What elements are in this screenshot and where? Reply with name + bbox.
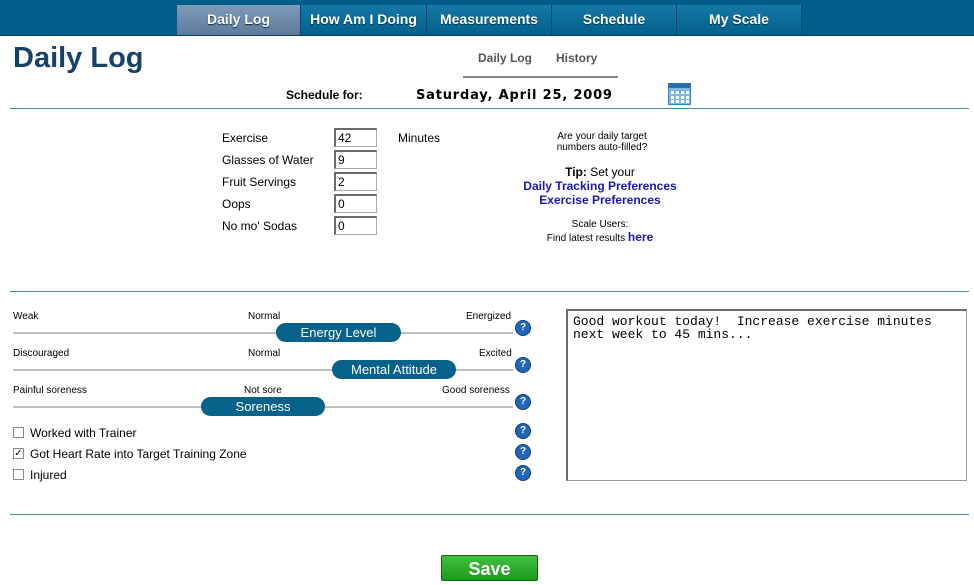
tip-body: Set your bbox=[590, 165, 635, 179]
autofill-question: Are your daily target numbers auto-fille… bbox=[556, 131, 648, 153]
top-navigation: Daily Log How Am I Doing Measurements Sc… bbox=[0, 0, 974, 36]
sub-tabs: Daily Log History bbox=[463, 47, 618, 78]
slider-mid-label: Normal bbox=[248, 311, 281, 322]
slider-track bbox=[13, 332, 513, 334]
fruit-input[interactable] bbox=[334, 172, 377, 191]
field-label-fruit: Fruit Servings bbox=[222, 175, 297, 189]
help-icon[interactable]: ? bbox=[515, 423, 531, 439]
slider-mid-label: Not sore bbox=[244, 385, 282, 396]
field-label-exercise: Exercise bbox=[222, 131, 269, 145]
here-link[interactable]: here bbox=[628, 230, 653, 244]
injured-checkbox[interactable] bbox=[13, 469, 24, 480]
help-icon[interactable]: ? bbox=[515, 394, 531, 410]
help-icon[interactable]: ? bbox=[515, 357, 531, 373]
trainer-checkbox-label: Worked with Trainer bbox=[30, 426, 137, 440]
slider-high-label: Excited bbox=[479, 348, 512, 359]
help-icon[interactable]: ? bbox=[515, 444, 531, 460]
help-icon[interactable]: ? bbox=[515, 465, 531, 481]
energy-level-slider-handle[interactable]: Energy Level bbox=[276, 323, 401, 342]
mental-attitude-slider-handle[interactable]: Mental Attitude bbox=[332, 360, 456, 379]
field-label-sodas: No mo' Sodas bbox=[222, 219, 297, 233]
sodas-input[interactable] bbox=[334, 216, 377, 235]
calendar-icon[interactable] bbox=[668, 83, 691, 105]
slider-high-label: Good soreness bbox=[442, 385, 510, 396]
tip-bold: Tip: bbox=[565, 165, 587, 179]
slider-low-label: Discouraged bbox=[13, 348, 70, 359]
divider-bottom bbox=[10, 514, 969, 515]
find-results-line: Find latest results here bbox=[490, 230, 710, 244]
divider-middle bbox=[10, 291, 969, 292]
help-icon[interactable]: ? bbox=[515, 320, 531, 336]
nav-tab-how-am-i-doing[interactable]: How Am I Doing bbox=[301, 5, 427, 35]
slider-low-label: Painful soreness bbox=[13, 385, 87, 396]
nav-tab-my-scale[interactable]: My Scale bbox=[677, 5, 802, 35]
nav-tab-schedule[interactable]: Schedule bbox=[552, 5, 677, 35]
daily-tracking-preferences-link[interactable]: Daily Tracking Preferences bbox=[490, 179, 710, 193]
nav-tabs: Daily Log How Am I Doing Measurements Sc… bbox=[177, 5, 802, 35]
schedule-label: Schedule for: bbox=[286, 88, 363, 102]
scale-users-label: Scale Users: bbox=[571, 219, 629, 230]
exercise-preferences-link[interactable]: Exercise Preferences bbox=[490, 193, 710, 207]
injured-checkbox-label: Injured bbox=[30, 468, 67, 482]
schedule-date: Saturday, April 25, 2009 bbox=[416, 88, 613, 103]
notes-textarea[interactable]: Good workout today! Increase exercise mi… bbox=[566, 309, 967, 481]
divider-top bbox=[10, 108, 969, 109]
heart-rate-checkbox-label: Got Heart Rate into Target Training Zone bbox=[30, 447, 247, 461]
water-input[interactable] bbox=[334, 150, 377, 169]
soreness-slider-handle[interactable]: Soreness bbox=[201, 397, 325, 416]
exercise-input[interactable] bbox=[334, 128, 377, 147]
tip-text: Tip: Set your bbox=[490, 165, 710, 179]
subtab-daily-log[interactable]: Daily Log bbox=[478, 51, 532, 65]
slider-low-label: Weak bbox=[13, 311, 39, 322]
oops-input[interactable] bbox=[334, 194, 377, 213]
nav-tab-daily-log[interactable]: Daily Log bbox=[177, 5, 301, 35]
heart-rate-checkbox[interactable]: ✓ bbox=[13, 448, 24, 459]
field-label-oops: Oops bbox=[222, 197, 251, 211]
find-results-text: Find latest results bbox=[546, 233, 626, 244]
field-label-water: Glasses of Water bbox=[222, 153, 314, 167]
slider-high-label: Energized bbox=[466, 311, 512, 322]
nav-tab-measurements[interactable]: Measurements bbox=[427, 5, 552, 35]
trainer-checkbox[interactable] bbox=[13, 427, 24, 438]
exercise-unit: Minutes bbox=[398, 131, 441, 145]
subtab-history[interactable]: History bbox=[556, 51, 597, 65]
save-button[interactable]: Save bbox=[441, 555, 538, 581]
slider-mid-label: Normal bbox=[248, 348, 281, 359]
page-title: Daily Log bbox=[13, 42, 144, 74]
